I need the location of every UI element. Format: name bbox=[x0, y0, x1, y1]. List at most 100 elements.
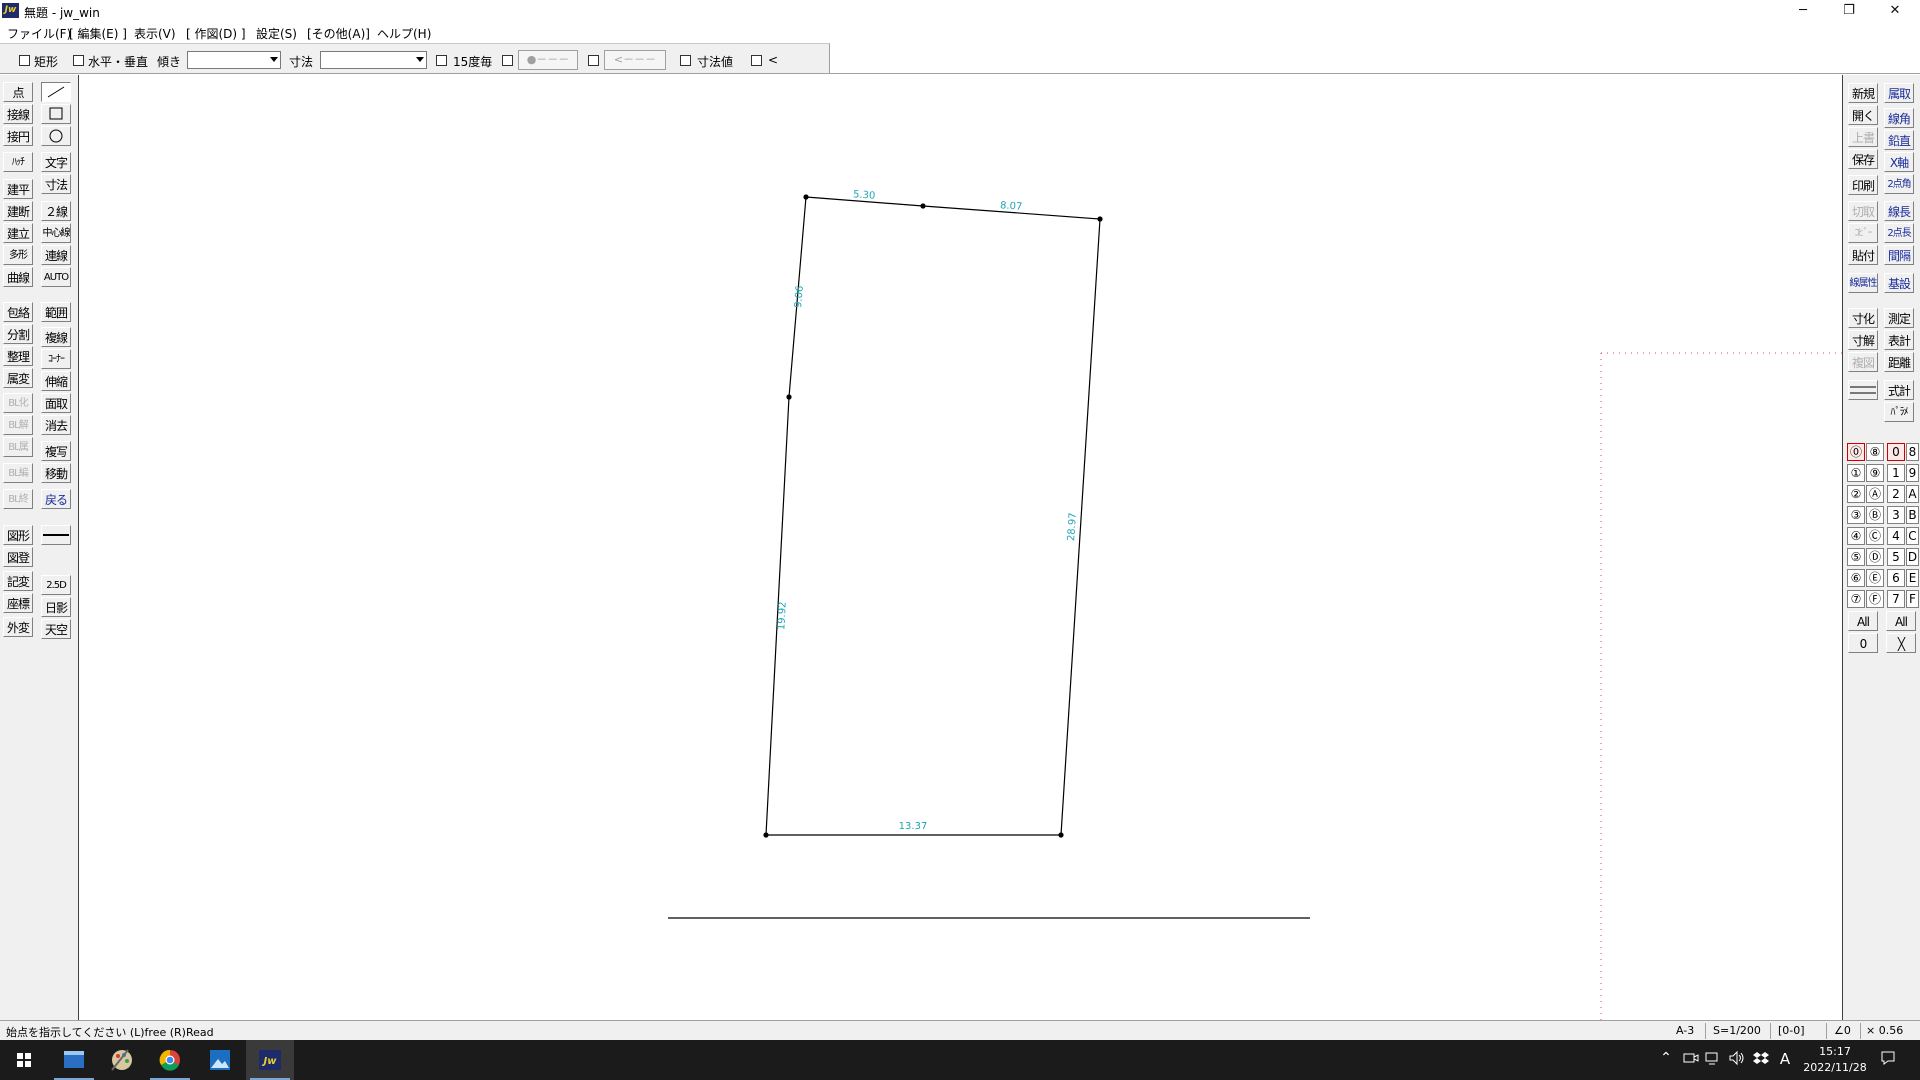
layer-group-4[interactable]: ④ bbox=[1847, 527, 1865, 545]
layer-all-button[interactable]: All bbox=[1886, 611, 1916, 631]
line-type-selector[interactable] bbox=[41, 525, 71, 545]
tool-chamfer[interactable]: 面取 bbox=[41, 393, 71, 413]
layer-0[interactable]: 0 bbox=[1887, 443, 1905, 461]
layer-3[interactable]: 3 bbox=[1887, 506, 1905, 524]
tool-coordinates[interactable]: 座標 bbox=[3, 593, 33, 613]
tool-organize[interactable]: 整理 bbox=[3, 346, 33, 366]
layer-8[interactable]: 8 bbox=[1906, 443, 1919, 461]
vertex-point[interactable] bbox=[1058, 832, 1064, 838]
layer-group-5[interactable]: ⑤ bbox=[1847, 548, 1865, 566]
layer-group-0[interactable]: ⓪ bbox=[1847, 443, 1865, 461]
notification-icon[interactable] bbox=[1878, 1050, 1898, 1070]
point-style-button[interactable]: ●－－－ bbox=[518, 50, 578, 70]
tool-open[interactable]: 開く bbox=[1848, 105, 1878, 125]
tool-dim-explode[interactable]: 寸解 bbox=[1848, 330, 1878, 350]
tool-divide[interactable]: 分割 bbox=[3, 324, 33, 344]
layer-group-all-button[interactable]: All bbox=[1848, 611, 1878, 631]
tool-building-elevation[interactable]: 建立 bbox=[3, 223, 33, 243]
tool-paste[interactable]: 貼付 bbox=[1848, 245, 1878, 265]
tool-copy-clip[interactable]: ｺﾋﾟｰ bbox=[1848, 223, 1878, 243]
tilt-combo[interactable] bbox=[187, 51, 281, 69]
tool-stretch[interactable]: 伸縮 bbox=[41, 371, 71, 391]
layer-group-1[interactable]: ① bbox=[1847, 464, 1865, 482]
menu-draw[interactable]: [ 作図(D) ] bbox=[186, 25, 246, 42]
ime-indicator[interactable]: A bbox=[1775, 1050, 1795, 1068]
layer-group-2[interactable]: ② bbox=[1847, 485, 1865, 503]
layer-a[interactable]: A bbox=[1906, 485, 1919, 503]
taskbar-clock[interactable]: 15:17 2022/11/28 bbox=[1795, 1044, 1875, 1076]
menu-view[interactable]: 表示(V) bbox=[134, 25, 176, 42]
close-button[interactable]: ✕ bbox=[1872, 0, 1918, 22]
tool-table-calc[interactable]: 表計 bbox=[1884, 330, 1914, 350]
arrow-style-button[interactable]: <－－－ bbox=[604, 50, 666, 70]
tool-dimension[interactable]: 寸法 bbox=[41, 174, 71, 194]
rect-checkbox[interactable] bbox=[19, 55, 30, 66]
tool-line[interactable] bbox=[41, 82, 71, 102]
vertex-point[interactable] bbox=[920, 203, 926, 209]
menu-other[interactable]: [その他(A)] bbox=[307, 25, 370, 42]
tool-connected-line[interactable]: 連線 bbox=[41, 245, 71, 265]
status-layer[interactable]: [0-0] bbox=[1778, 1024, 1805, 1037]
layer-d[interactable]: D bbox=[1906, 548, 1919, 566]
status-paper[interactable]: A-3 bbox=[1676, 1024, 1694, 1037]
tool-circle[interactable] bbox=[41, 126, 71, 146]
tool-double-line[interactable]: ２線 bbox=[41, 201, 71, 221]
tool-parametric[interactable]: ﾊﾟﾗﾒ bbox=[1884, 402, 1914, 422]
tool-figure-register[interactable]: 図登 bbox=[3, 547, 33, 567]
layer-group-3[interactable]: ③ bbox=[1847, 506, 1865, 524]
tool-figure[interactable]: 図形 bbox=[3, 525, 33, 545]
tool-2pt-length[interactable]: 2点長 bbox=[1884, 223, 1914, 243]
taskbar-app-photos[interactable] bbox=[196, 1040, 244, 1080]
vertex-point[interactable] bbox=[786, 394, 792, 400]
vertex-point[interactable] bbox=[1097, 216, 1103, 222]
tool-move[interactable]: 移動 bbox=[41, 463, 71, 483]
vertex-point[interactable] bbox=[763, 832, 769, 838]
tool-tangent[interactable]: 接線 bbox=[3, 104, 33, 124]
dropbox-icon[interactable] bbox=[1751, 1050, 1771, 1070]
meet-icon[interactable] bbox=[1681, 1050, 1701, 1070]
tool-bl-attr[interactable]: BL属 bbox=[3, 437, 33, 457]
speaker-icon[interactable] bbox=[1727, 1050, 1747, 1070]
layer-group-6[interactable]: ⑥ bbox=[1847, 569, 1865, 587]
tool-bl-end[interactable]: BL終 bbox=[3, 489, 33, 509]
layer-zero-button[interactable]: 0 bbox=[1848, 633, 1878, 653]
network-icon[interactable] bbox=[1703, 1050, 1723, 1070]
layer-group-f[interactable]: Ⓕ bbox=[1866, 590, 1884, 608]
tool-x-axis[interactable]: X軸 bbox=[1884, 152, 1914, 172]
layer-6[interactable]: 6 bbox=[1887, 569, 1905, 587]
tool-text[interactable]: 文字 bbox=[41, 152, 71, 172]
tool-sun-shadow[interactable]: 日影 bbox=[41, 597, 71, 617]
layer-e[interactable]: E bbox=[1906, 569, 1919, 587]
tool-center-line[interactable]: 中心線 bbox=[41, 223, 71, 243]
tool-copy[interactable]: 複写 bbox=[41, 441, 71, 461]
minimize-button[interactable]: ─ bbox=[1780, 0, 1826, 22]
tool-overwrite[interactable]: 上書 bbox=[1848, 127, 1878, 147]
tool-2-5d[interactable]: 2.5D bbox=[41, 575, 71, 595]
layer-group-c[interactable]: Ⓒ bbox=[1866, 527, 1884, 545]
menu-help[interactable]: ヘルプ(H) bbox=[377, 25, 431, 42]
menu-file[interactable]: ファイル(F) bbox=[7, 25, 71, 42]
tool-external-change[interactable]: 外変 bbox=[3, 617, 33, 637]
tool-building-plan[interactable]: 建平 bbox=[3, 179, 33, 199]
tool-building-section[interactable]: 建断 bbox=[3, 201, 33, 221]
tool-cut[interactable]: 切取 bbox=[1848, 201, 1878, 221]
tool-auto[interactable]: AUTO bbox=[41, 267, 71, 287]
tool-attr-change[interactable]: 属変 bbox=[3, 368, 33, 388]
layer-2[interactable]: 2 bbox=[1887, 485, 1905, 503]
point-checkbox[interactable] bbox=[502, 55, 513, 66]
tool-point[interactable]: 点 bbox=[3, 82, 33, 102]
layer-9[interactable]: 9 bbox=[1906, 464, 1919, 482]
tool-bl-make[interactable]: BL化 bbox=[3, 393, 33, 413]
status-angle[interactable]: ∠0 bbox=[1834, 1024, 1851, 1037]
tool-sky-view[interactable]: 天空 bbox=[41, 619, 71, 639]
taskbar-app-explorer[interactable] bbox=[50, 1040, 98, 1080]
tool-measure[interactable]: 測定 bbox=[1884, 308, 1914, 328]
deg15-checkbox[interactable] bbox=[436, 55, 447, 66]
tool-corner[interactable]: ｺｰﾅｰ bbox=[41, 349, 71, 369]
menu-edit[interactable]: [ 編集(E) ] bbox=[69, 25, 127, 42]
tool-offset[interactable]: 複線 bbox=[41, 327, 71, 347]
tool-bl-explode[interactable]: BL解 bbox=[3, 415, 33, 435]
tool-formula-calc[interactable]: 式計 bbox=[1884, 380, 1914, 400]
lt-checkbox[interactable] bbox=[751, 55, 762, 66]
tool-undo[interactable]: 戻る bbox=[41, 489, 71, 509]
